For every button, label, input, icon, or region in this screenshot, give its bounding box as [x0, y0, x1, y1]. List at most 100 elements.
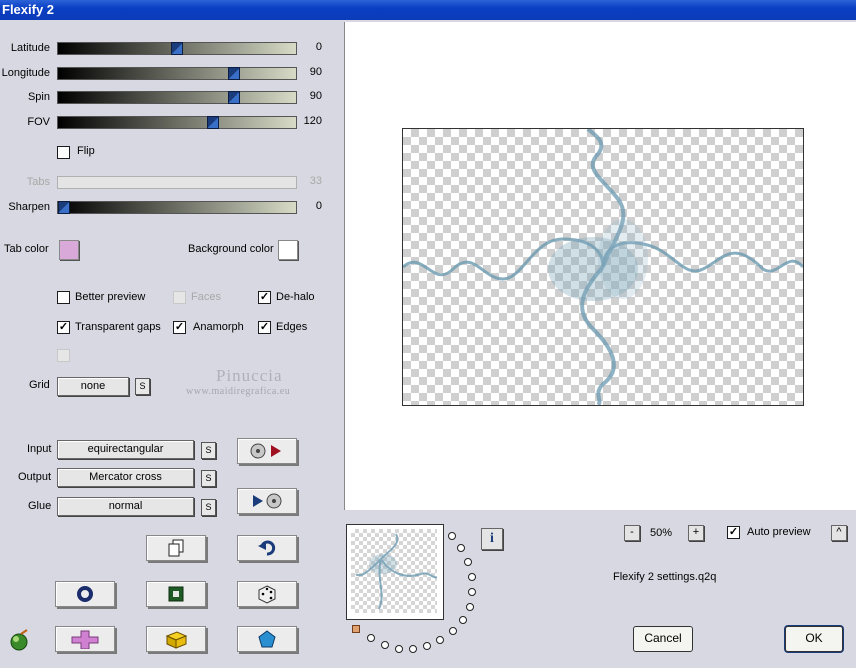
slider-fov[interactable] — [57, 116, 297, 129]
square-icon — [168, 586, 184, 602]
output-s-button[interactable]: S — [201, 470, 216, 487]
load-button[interactable] — [237, 438, 297, 464]
dial-dot[interactable] — [367, 634, 375, 642]
transparent-gaps-label: Transparent gaps — [75, 321, 161, 333]
copy-icon — [168, 539, 184, 557]
glue-s-button[interactable]: S — [201, 499, 216, 516]
faces-checkbox[interactable] — [173, 291, 186, 304]
transparent-gaps-checkbox[interactable]: ✓ — [57, 321, 70, 334]
slider-sharpen[interactable] — [57, 201, 297, 214]
better-preview-checkbox[interactable] — [57, 291, 70, 304]
slider-label-longitude: Longitude — [1, 67, 50, 79]
slider-label-spin: Spin — [27, 91, 50, 103]
info-button[interactable]: i — [481, 528, 503, 550]
de-halo-label: De-halo — [276, 291, 315, 303]
slider-value-longitude: 90 — [309, 66, 322, 78]
flip-label: Flip — [77, 145, 95, 157]
cancel-button[interactable]: Cancel — [633, 626, 693, 652]
slider-thumb-fov[interactable] — [207, 116, 219, 129]
watermark-name: Pinuccia — [216, 366, 283, 385]
dial-dot[interactable] — [449, 627, 457, 635]
dial-dot[interactable] — [468, 588, 476, 596]
flexify-shape-image — [403, 129, 803, 405]
slider-thumb-latitude[interactable] — [171, 42, 183, 55]
dial-dot[interactable] — [395, 645, 403, 653]
random-button[interactable] — [237, 581, 297, 607]
extra-checkbox-disabled[interactable] — [57, 349, 70, 362]
slider-value-tabs: 33 — [309, 175, 322, 187]
ok-button[interactable]: OK — [785, 626, 843, 652]
faces-label: Faces — [191, 291, 221, 303]
preview-canvas[interactable] — [402, 128, 804, 406]
dial-dot[interactable] — [409, 645, 417, 653]
flip-checkbox[interactable] — [57, 146, 70, 159]
output-label: Output — [18, 471, 52, 483]
disc-save-icon — [253, 493, 282, 509]
tab-color-swatch[interactable] — [59, 240, 79, 260]
dice-icon — [258, 585, 276, 604]
slider-spin[interactable] — [57, 91, 297, 104]
slider-value-fov: 120 — [303, 115, 322, 127]
grid-label: Grid — [29, 379, 50, 391]
zoom-out-button[interactable]: - — [624, 525, 640, 541]
input-s-button[interactable]: S — [201, 442, 216, 459]
slider-latitude[interactable] — [57, 42, 297, 55]
slider-tabs[interactable] — [57, 176, 297, 189]
cube-icon — [165, 631, 188, 649]
square-shape-button[interactable] — [146, 581, 206, 607]
navigator-thumbnail[interactable] — [346, 524, 444, 620]
save-button[interactable] — [237, 488, 297, 514]
dial-dot[interactable] — [448, 532, 456, 540]
glue-label: Glue — [28, 500, 52, 512]
slider-longitude[interactable] — [57, 67, 297, 80]
slider-value-spin: 90 — [309, 90, 322, 102]
grid-select[interactable]: none — [57, 377, 129, 396]
collapse-button[interactable]: ^ — [831, 525, 847, 541]
slider-label-tabs: Tabs — [26, 176, 50, 188]
settings-filename: Flexify 2 settings.q2q — [613, 571, 717, 583]
tab-color-label: Tab color — [4, 243, 49, 255]
dial-dot[interactable] — [459, 616, 467, 624]
dial-dot[interactable] — [436, 636, 444, 644]
undo-button[interactable] — [237, 535, 297, 561]
edges-checkbox[interactable]: ✓ — [258, 321, 271, 334]
anamorph-checkbox[interactable]: ✓ — [173, 321, 186, 334]
cube-shape-button[interactable] — [146, 626, 206, 652]
dial-handle[interactable] — [352, 625, 360, 633]
slider-thumb-longitude[interactable] — [228, 67, 240, 80]
input-select[interactable]: equirectangular — [57, 440, 194, 459]
cross-shape-button[interactable] — [55, 626, 115, 652]
title-bar: Flexify 2 — [0, 0, 856, 20]
output-select[interactable]: Mercator cross — [57, 468, 194, 487]
copy-button[interactable] — [146, 535, 206, 561]
slider-label-sharpen: Sharpen — [8, 201, 50, 213]
dial-dot[interactable] — [464, 558, 472, 566]
glue-select[interactable]: normal — [57, 497, 194, 516]
pentagon-shape-button[interactable] — [237, 626, 297, 652]
dial-dot[interactable] — [457, 544, 465, 552]
slider-value-sharpen: 0 — [315, 200, 322, 212]
pentagon-icon — [258, 630, 276, 648]
zoom-level: 50% — [650, 527, 673, 539]
dial-dot[interactable] — [468, 573, 476, 581]
dial-dot[interactable] — [466, 603, 474, 611]
slider-label-fov: FOV — [27, 116, 50, 128]
ring-shape-button[interactable] — [55, 581, 115, 607]
thumbnail-image — [351, 529, 437, 613]
background-color-swatch[interactable] — [278, 240, 298, 260]
slider-thumb-spin[interactable] — [228, 91, 240, 104]
dial-dot[interactable] — [381, 641, 389, 649]
de-halo-checkbox[interactable]: ✓ — [258, 291, 271, 304]
preview-area[interactable] — [344, 22, 856, 510]
grid-s-button[interactable]: S — [135, 378, 150, 395]
disc-load-icon — [250, 443, 281, 459]
dial-dot[interactable] — [423, 642, 431, 650]
slider-thumb-sharpen[interactable] — [58, 201, 70, 214]
background-color-label: Background color — [188, 243, 274, 255]
auto-preview-label: Auto preview — [747, 526, 811, 538]
auto-preview-checkbox[interactable]: ✓ — [727, 526, 740, 539]
slider-value-latitude: 0 — [315, 41, 322, 53]
zoom-in-button[interactable]: + — [688, 525, 704, 541]
better-preview-label: Better preview — [75, 291, 146, 303]
edges-label: Edges — [276, 321, 308, 333]
